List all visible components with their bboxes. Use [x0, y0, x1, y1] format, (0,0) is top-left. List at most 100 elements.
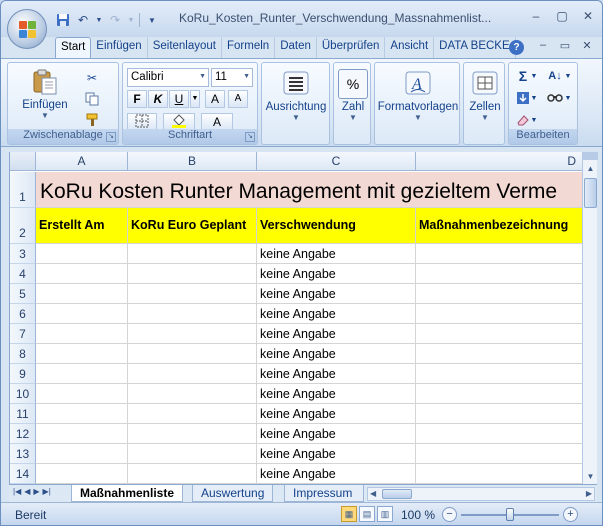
- italic-button[interactable]: K: [148, 90, 168, 108]
- table-cell[interactable]: [416, 304, 582, 324]
- table-cell[interactable]: [128, 244, 257, 264]
- column-header-a[interactable]: A: [36, 152, 128, 171]
- table-cell[interactable]: [416, 344, 582, 364]
- row-header-2[interactable]: 2: [10, 208, 36, 244]
- customize-qat-icon[interactable]: ▼: [144, 12, 160, 28]
- header-cell-massnahmenbezeichnung[interactable]: Maßnahmenbezeichnung: [416, 208, 582, 244]
- font-size-combo[interactable]: 11 ▼: [211, 68, 253, 87]
- tab-data-becke[interactable]: DATA BECKE: [434, 37, 516, 59]
- doc-restore-button[interactable]: ▭: [556, 39, 574, 55]
- header-cell-erstellt-am[interactable]: Erstellt Am: [36, 208, 128, 244]
- scroll-up-icon[interactable]: ▲: [583, 161, 598, 176]
- vertical-scroll-thumb[interactable]: [584, 178, 597, 208]
- table-cell[interactable]: [128, 384, 257, 404]
- sort-filter-icon[interactable]: A↓: [545, 67, 565, 85]
- table-cell[interactable]: [128, 284, 257, 304]
- table-cell[interactable]: [36, 344, 128, 364]
- zoom-in-icon[interactable]: +: [563, 507, 578, 522]
- paste-button[interactable]: Einfügen ▼: [20, 67, 70, 120]
- table-cell[interactable]: keine Angabe: [257, 344, 416, 364]
- undo-icon[interactable]: ↶: [75, 12, 91, 28]
- sort-filter-dropdown-icon[interactable]: ▼: [563, 67, 573, 85]
- vertical-scrollbar[interactable]: ▲ ▼: [582, 152, 598, 484]
- redo-dropdown-icon[interactable]: ▼: [127, 12, 135, 28]
- table-cell[interactable]: [128, 264, 257, 284]
- redo-icon[interactable]: ↷: [107, 12, 123, 28]
- clear-dropdown-icon[interactable]: ▼: [529, 111, 539, 129]
- table-cell[interactable]: keine Angabe: [257, 324, 416, 344]
- table-cell[interactable]: [36, 424, 128, 444]
- help-icon[interactable]: ?: [509, 40, 524, 55]
- table-cell[interactable]: [36, 264, 128, 284]
- table-cell[interactable]: [36, 284, 128, 304]
- row-header[interactable]: 5: [10, 284, 36, 304]
- table-cell[interactable]: [416, 264, 582, 284]
- table-cell[interactable]: keine Angabe: [257, 264, 416, 284]
- table-cell[interactable]: [36, 444, 128, 464]
- row-header[interactable]: 9: [10, 364, 36, 384]
- header-cell-verschwendung[interactable]: Verschwendung: [257, 208, 416, 244]
- save-icon[interactable]: [55, 12, 71, 28]
- tab-daten[interactable]: Daten: [275, 37, 317, 59]
- table-cell[interactable]: [128, 324, 257, 344]
- tab-ansicht[interactable]: Ansicht: [385, 37, 435, 59]
- undo-dropdown-icon[interactable]: ▼: [95, 12, 103, 28]
- tab-start[interactable]: Start: [55, 37, 92, 59]
- number-button[interactable]: % Zahl ▼: [336, 69, 370, 122]
- table-cell[interactable]: [416, 244, 582, 264]
- find-select-dropdown-icon[interactable]: ▼: [563, 89, 573, 107]
- cells-button[interactable]: Zellen ▼: [465, 69, 505, 122]
- column-header-d[interactable]: D: [416, 152, 582, 171]
- scroll-down-icon[interactable]: ▼: [583, 469, 598, 484]
- font-launcher-icon[interactable]: ↘: [245, 132, 255, 142]
- table-cell[interactable]: keine Angabe: [257, 384, 416, 404]
- table-cell[interactable]: keine Angabe: [257, 424, 416, 444]
- table-cell[interactable]: [416, 284, 582, 304]
- table-cell[interactable]: [416, 364, 582, 384]
- last-sheet-icon[interactable]: ▶|: [43, 487, 51, 496]
- table-cell[interactable]: keine Angabe: [257, 304, 416, 324]
- table-cell[interactable]: [416, 384, 582, 404]
- font-size-dropdown-icon[interactable]: ▼: [243, 73, 250, 80]
- row-header[interactable]: 12: [10, 424, 36, 444]
- office-button[interactable]: [7, 9, 47, 49]
- table-cell[interactable]: [36, 464, 128, 484]
- table-cell[interactable]: [128, 464, 257, 484]
- format-painter-icon[interactable]: [82, 111, 102, 129]
- table-cell[interactable]: [36, 304, 128, 324]
- row-header[interactable]: 11: [10, 404, 36, 424]
- maximize-button[interactable]: ▢: [550, 7, 574, 25]
- scroll-right-icon[interactable]: ▶: [586, 489, 592, 498]
- normal-view-icon[interactable]: ▦: [341, 506, 357, 522]
- page-layout-view-icon[interactable]: ▤: [359, 506, 375, 522]
- table-cell[interactable]: [416, 424, 582, 444]
- zoom-slider-thumb[interactable]: [506, 508, 514, 521]
- table-cell[interactable]: keine Angabe: [257, 464, 416, 484]
- table-cell[interactable]: keine Angabe: [257, 244, 416, 264]
- paste-dropdown-icon[interactable]: ▼: [20, 111, 70, 120]
- row-header[interactable]: 10: [10, 384, 36, 404]
- shrink-font-button[interactable]: A: [228, 90, 248, 108]
- horizontal-scrollbar[interactable]: ◀ ▶: [367, 487, 595, 501]
- cut-icon[interactable]: ✂: [82, 69, 102, 87]
- next-sheet-icon[interactable]: ▶: [33, 487, 39, 496]
- doc-minimize-button[interactable]: –: [534, 39, 552, 55]
- row-header[interactable]: 6: [10, 304, 36, 324]
- copy-icon[interactable]: [82, 90, 102, 108]
- table-cell[interactable]: keine Angabe: [257, 444, 416, 464]
- table-cell[interactable]: [416, 464, 582, 484]
- table-cell[interactable]: [128, 404, 257, 424]
- table-cell[interactable]: [128, 364, 257, 384]
- underline-button[interactable]: U: [169, 90, 189, 108]
- styles-button[interactable]: A Formatvorlagen ▼: [377, 69, 459, 122]
- table-cell[interactable]: [416, 444, 582, 464]
- doc-close-button[interactable]: ✕: [578, 39, 596, 55]
- zoom-level[interactable]: 100 %: [401, 508, 435, 522]
- fill-dropdown-icon[interactable]: ▼: [529, 89, 539, 107]
- alignment-button[interactable]: Ausrichtung ▼: [264, 69, 328, 122]
- sheet-tab-massnahmenliste[interactable]: Maßnahmenliste: [71, 485, 184, 502]
- table-cell[interactable]: [128, 424, 257, 444]
- row-header[interactable]: 3: [10, 244, 36, 264]
- table-cell[interactable]: keine Angabe: [257, 284, 416, 304]
- table-cell[interactable]: [36, 384, 128, 404]
